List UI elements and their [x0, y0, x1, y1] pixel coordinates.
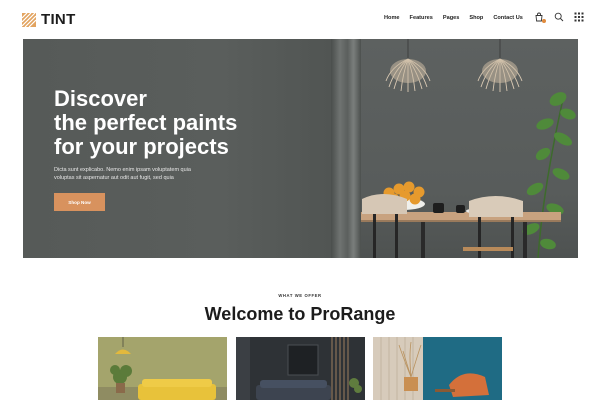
hero-banner: Discover the perfect paints for your pro… [23, 39, 578, 258]
search-icon[interactable] [554, 12, 564, 22]
hero-title-line-2: the perfect paints [54, 110, 238, 135]
room-card-2[interactable] [236, 337, 365, 400]
cart-button[interactable] [534, 12, 546, 23]
nav-item-shop[interactable]: Shop [469, 15, 483, 21]
site-header: TINT Home Features Pages Shop Contact Us [0, 0, 600, 38]
header-icons [534, 12, 584, 23]
room-card-3[interactable] [373, 337, 502, 400]
hero-title-line-3: for your projects [54, 134, 229, 159]
room-card-1[interactable] [98, 337, 227, 400]
nav-item-contact-us[interactable]: Contact Us [493, 15, 523, 21]
logo-mark-icon [22, 12, 36, 27]
section-title: Welcome to ProRange [204, 304, 396, 324]
hero-title-line-1: Discover [54, 86, 147, 111]
logo-text: TINT [41, 11, 76, 28]
logo[interactable]: TINT [22, 11, 76, 28]
cart-badge [542, 19, 546, 23]
shop-now-button[interactable]: Shop Now [54, 193, 105, 211]
room-image-teal-chair [373, 337, 502, 400]
grid-menu-icon[interactable] [574, 12, 584, 22]
hero-description-line-1: Dicta sunt explicabo. Nemo enim ipsam vo… [54, 167, 191, 173]
hero-title: Discover the perfect paints for your pro… [54, 87, 314, 159]
nav-item-home[interactable]: Home [384, 15, 400, 21]
main-nav: Home Features Pages Shop Contact Us [384, 15, 523, 21]
room-image-yellow-sofa [98, 337, 227, 400]
hero-description: Dicta sunt explicabo. Nemo enim ipsam vo… [54, 166, 224, 182]
nav-item-pages[interactable]: Pages [443, 15, 459, 21]
section-eyebrow: WHAT WE OFFER [278, 293, 322, 298]
hero-description-line-2: voluptas sit aspernatur aut odit aut fug… [54, 175, 174, 181]
nav-item-features[interactable]: Features [410, 15, 433, 21]
room-image-dark-living [236, 337, 365, 400]
